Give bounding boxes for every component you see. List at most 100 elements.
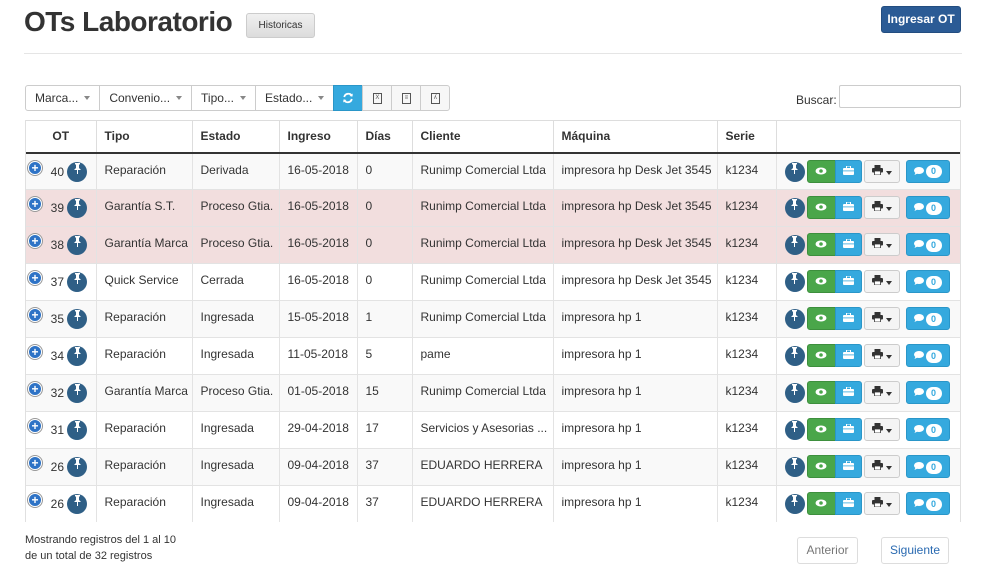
- refresh-button[interactable]: [333, 85, 364, 111]
- print-dropdown-button[interactable]: [863, 233, 900, 256]
- assign-button[interactable]: [834, 344, 862, 367]
- export-pdf-button[interactable]: ʎ: [420, 85, 451, 111]
- historicas-toggle[interactable]: Historicas: [246, 13, 315, 38]
- expand-row-icon[interactable]: +: [28, 382, 42, 396]
- pin-action-button[interactable]: [784, 494, 805, 514]
- view-button[interactable]: [806, 492, 836, 515]
- comments-button[interactable]: 0: [905, 233, 950, 256]
- pin-action-button[interactable]: [784, 198, 805, 218]
- pin-icon[interactable]: [67, 235, 87, 255]
- table-row[interactable]: +37 Quick Service Cerrada 16-05-2018 0 Runimp…: [26, 263, 960, 301]
- col-header-dias[interactable]: Días: [357, 120, 413, 154]
- comments-button[interactable]: 0: [905, 418, 950, 441]
- export-document-button[interactable]: ≡: [391, 85, 422, 111]
- table-row[interactable]: +38 Garantía Marca Proceso Gtia. 16-05-2018…: [26, 226, 960, 264]
- comments-button[interactable]: 0: [905, 196, 950, 219]
- view-button[interactable]: [806, 233, 836, 256]
- comments-button[interactable]: 0: [905, 307, 950, 330]
- pin-icon[interactable]: [67, 494, 87, 514]
- convenio-filter[interactable]: Convenio...: [99, 85, 193, 111]
- table-row[interactable]: +26 Reparación Ingresada 09-04-2018 37 EDUARD…: [26, 485, 960, 522]
- expand-row-icon[interactable]: +: [28, 493, 42, 507]
- print-dropdown-button[interactable]: [863, 159, 900, 183]
- tipo-filter[interactable]: Tipo...: [191, 85, 256, 111]
- pin-action-button[interactable]: [784, 309, 805, 329]
- print-dropdown-button[interactable]: [863, 307, 900, 330]
- pin-icon[interactable]: [67, 420, 87, 440]
- print-dropdown-button[interactable]: [863, 196, 900, 219]
- expand-row-icon[interactable]: +: [28, 419, 42, 433]
- pin-icon[interactable]: [67, 346, 87, 366]
- pin-icon[interactable]: [67, 457, 87, 477]
- pin-action-button[interactable]: [784, 420, 805, 440]
- col-header-estado[interactable]: Estado: [192, 120, 280, 154]
- assign-button[interactable]: [834, 492, 862, 515]
- assign-button[interactable]: [834, 196, 862, 219]
- comments-button[interactable]: 0: [905, 344, 950, 367]
- expand-row-icon[interactable]: +: [28, 271, 42, 285]
- col-header-maquina[interactable]: Máquina: [553, 120, 718, 154]
- pin-icon[interactable]: [67, 161, 87, 182]
- estado-filter[interactable]: Estado...: [254, 85, 335, 111]
- pin-action-button[interactable]: [784, 235, 805, 255]
- table-row[interactable]: +40 Reparación Derivada 16-05-2018 0 Runimp C…: [26, 152, 960, 190]
- table-row[interactable]: +34 Reparación Ingresada 11-05-2018 5 pame imp…: [26, 337, 960, 375]
- pin-icon[interactable]: [67, 272, 87, 292]
- pin-icon[interactable]: [67, 383, 87, 403]
- col-header-tipo[interactable]: Tipo: [96, 120, 193, 154]
- view-button[interactable]: [806, 196, 836, 219]
- assign-button[interactable]: [834, 418, 862, 441]
- assign-button[interactable]: [834, 455, 862, 478]
- table-row[interactable]: +31 Reparación Ingresada 29-04-2018 17 Servic…: [26, 411, 960, 449]
- comments-button[interactable]: 0: [905, 492, 950, 515]
- print-dropdown-button[interactable]: [863, 492, 900, 515]
- ot-table-container[interactable]: OT Tipo Estado Ingreso Días Cliente Máqu…: [25, 120, 961, 522]
- comments-button[interactable]: 0: [905, 270, 950, 293]
- print-dropdown-button[interactable]: [863, 418, 900, 441]
- view-button[interactable]: [806, 455, 836, 478]
- assign-button[interactable]: [834, 381, 862, 404]
- assign-button[interactable]: [834, 270, 862, 293]
- assign-button[interactable]: [834, 159, 862, 183]
- pin-action-button[interactable]: [784, 272, 805, 292]
- print-dropdown-button[interactable]: [863, 455, 900, 478]
- col-header-ingreso[interactable]: Ingreso: [279, 120, 358, 154]
- expand-row-icon[interactable]: +: [28, 160, 42, 175]
- pin-action-button[interactable]: [784, 346, 805, 366]
- view-button[interactable]: [806, 159, 836, 183]
- table-row[interactable]: +26 Reparación Ingresada 09-04-2018 37 EDUARD…: [26, 448, 960, 486]
- col-header-ot[interactable]: OT: [26, 120, 97, 154]
- table-row[interactable]: +39 Garantía S.T. Proceso Gtia. 16-05-2018 0…: [26, 189, 960, 227]
- pin-action-button[interactable]: [784, 383, 805, 403]
- search-input[interactable]: [839, 85, 961, 108]
- view-button[interactable]: [806, 270, 836, 293]
- pin-action-button[interactable]: [784, 457, 805, 477]
- pin-icon[interactable]: [67, 198, 87, 218]
- expand-row-icon[interactable]: +: [28, 234, 42, 248]
- expand-row-icon[interactable]: +: [28, 345, 42, 359]
- view-button[interactable]: [806, 344, 836, 367]
- col-header-serie[interactable]: Serie: [717, 120, 777, 154]
- view-button[interactable]: [806, 418, 836, 441]
- pin-icon[interactable]: [67, 309, 87, 329]
- expand-row-icon[interactable]: +: [28, 197, 42, 211]
- previous-page-button[interactable]: Anterior: [797, 537, 858, 564]
- next-page-button[interactable]: Siguiente: [881, 537, 949, 564]
- pin-action-button[interactable]: [784, 161, 805, 182]
- assign-button[interactable]: [834, 307, 862, 330]
- export-excel-button[interactable]: X: [362, 85, 393, 111]
- print-dropdown-button[interactable]: [863, 344, 900, 367]
- expand-row-icon[interactable]: +: [28, 456, 42, 470]
- view-button[interactable]: [806, 381, 836, 404]
- assign-button[interactable]: [834, 233, 862, 256]
- table-row[interactable]: +32 Garantía Marca Proceso Gtia. 01-05-2018…: [26, 374, 960, 412]
- table-row[interactable]: +35 Reparación Ingresada 15-05-2018 1 Runimp …: [26, 300, 960, 338]
- comments-button[interactable]: 0: [905, 381, 950, 404]
- col-header-cliente[interactable]: Cliente: [412, 120, 554, 154]
- comments-button[interactable]: 0: [905, 159, 950, 183]
- ingresar-ot-button[interactable]: Ingresar OT: [881, 6, 961, 33]
- print-dropdown-button[interactable]: [863, 270, 900, 293]
- expand-row-icon[interactable]: +: [28, 308, 42, 322]
- marca-filter[interactable]: Marca...: [25, 85, 101, 111]
- comments-button[interactable]: 0: [905, 455, 950, 478]
